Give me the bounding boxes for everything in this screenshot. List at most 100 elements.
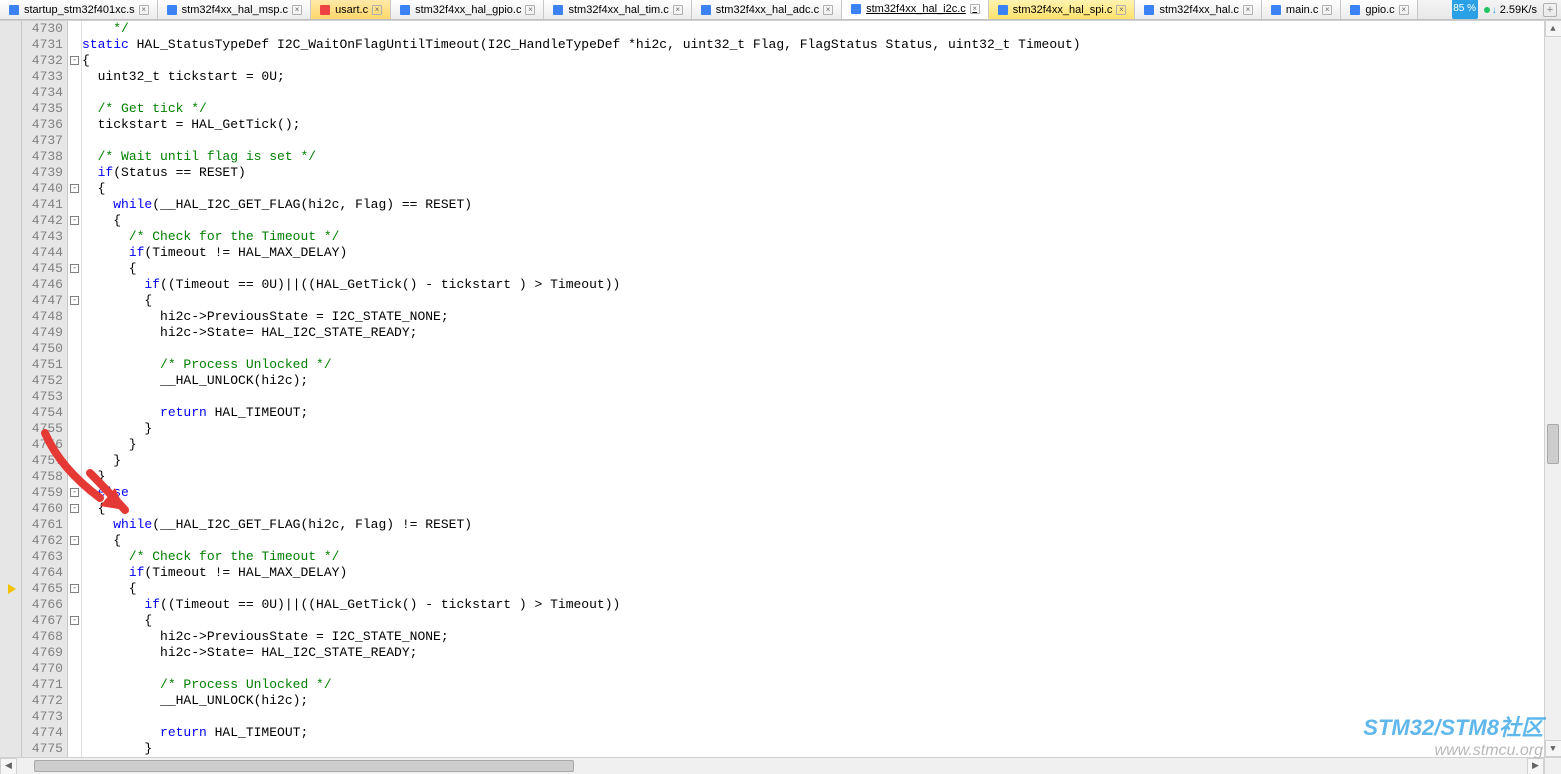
vertical-scrollbar[interactable]: ▲ ▼ — [1544, 20, 1561, 757]
bp-cell-4770[interactable] — [0, 661, 21, 677]
bp-cell-4760[interactable] — [0, 501, 21, 517]
code-line-4744[interactable]: if(Timeout != HAL_MAX_DELAY) — [82, 245, 1561, 261]
bp-cell-4732[interactable] — [0, 53, 21, 69]
add-tab-button[interactable]: + — [1543, 3, 1557, 17]
code-line-4764[interactable]: if(Timeout != HAL_MAX_DELAY) — [82, 565, 1561, 581]
code-line-4765[interactable]: { — [82, 581, 1561, 597]
tab-close-button[interactable]: × — [372, 5, 382, 15]
fold-cell-4732[interactable]: - — [70, 53, 79, 69]
tab-close-button[interactable]: × — [1399, 5, 1409, 15]
fold-toggle-icon[interactable]: - — [70, 184, 79, 193]
code-line-4749[interactable]: hi2c->State= HAL_I2C_STATE_READY; — [82, 325, 1561, 341]
code-line-4734[interactable] — [82, 85, 1561, 101]
code-line-4740[interactable]: { — [82, 181, 1561, 197]
code-line-4772[interactable]: __HAL_UNLOCK(hi2c); — [82, 693, 1561, 709]
bp-cell-4754[interactable] — [0, 405, 21, 421]
bp-cell-4735[interactable] — [0, 101, 21, 117]
hscroll-thumb[interactable] — [34, 760, 574, 772]
scroll-up-button[interactable]: ▲ — [1545, 20, 1561, 37]
bp-cell-4739[interactable] — [0, 165, 21, 181]
code-line-4742[interactable]: { — [82, 213, 1561, 229]
bp-cell-4730[interactable] — [0, 21, 21, 37]
bp-cell-4775[interactable] — [0, 741, 21, 757]
tab-gpio-c[interactable]: gpio.c× — [1341, 0, 1417, 19]
tab-close-button[interactable]: × — [823, 5, 833, 15]
code-line-4748[interactable]: hi2c->PreviousState = I2C_STATE_NONE; — [82, 309, 1561, 325]
code-line-4751[interactable]: /* Process Unlocked */ — [82, 357, 1561, 373]
code-line-4763[interactable]: /* Check for the Timeout */ — [82, 549, 1561, 565]
tab-stm32f4xx_hal_spi-c[interactable]: stm32f4xx_hal_spi.c× — [989, 0, 1136, 19]
bp-cell-4742[interactable] — [0, 213, 21, 229]
code-line-4771[interactable]: /* Process Unlocked */ — [82, 677, 1561, 693]
tab-stm32f4xx_hal_i2c-c[interactable]: stm32f4xx_hal_i2c.c× — [842, 0, 989, 19]
bp-cell-4756[interactable] — [0, 437, 21, 453]
bp-cell-4769[interactable] — [0, 645, 21, 661]
code-line-4775[interactable]: } — [82, 741, 1561, 757]
code-line-4754[interactable]: return HAL_TIMEOUT; — [82, 405, 1561, 421]
breakpoint-gutter[interactable] — [0, 21, 22, 774]
bp-cell-4762[interactable] — [0, 533, 21, 549]
code-line-4745[interactable]: { — [82, 261, 1561, 277]
code-line-4746[interactable]: if((Timeout == 0U)||((HAL_GetTick() - ti… — [82, 277, 1561, 293]
bp-cell-4761[interactable] — [0, 517, 21, 533]
code-line-4768[interactable]: hi2c->PreviousState = I2C_STATE_NONE; — [82, 629, 1561, 645]
fold-toggle-icon[interactable]: - — [70, 264, 79, 273]
tab-close-button[interactable]: × — [1243, 5, 1253, 15]
bp-cell-4750[interactable] — [0, 341, 21, 357]
code-line-4766[interactable]: if((Timeout == 0U)||((HAL_GetTick() - ti… — [82, 597, 1561, 613]
bp-cell-4758[interactable] — [0, 469, 21, 485]
code-line-4747[interactable]: { — [82, 293, 1561, 309]
code-line-4770[interactable] — [82, 661, 1561, 677]
tab-stm32f4xx_hal_msp-c[interactable]: stm32f4xx_hal_msp.c× — [158, 0, 311, 19]
code-line-4774[interactable]: return HAL_TIMEOUT; — [82, 725, 1561, 741]
tab-close-button[interactable]: × — [139, 5, 149, 15]
code-line-4755[interactable]: } — [82, 421, 1561, 437]
fold-toggle-icon[interactable]: - — [70, 56, 79, 65]
bp-cell-4755[interactable] — [0, 421, 21, 437]
bp-cell-4765[interactable] — [0, 581, 21, 597]
bp-cell-4767[interactable] — [0, 613, 21, 629]
bp-cell-4736[interactable] — [0, 117, 21, 133]
fold-toggle-icon[interactable]: - — [70, 216, 79, 225]
bp-cell-4740[interactable] — [0, 181, 21, 197]
bp-cell-4766[interactable] — [0, 597, 21, 613]
tab-main-c[interactable]: main.c× — [1262, 0, 1341, 19]
code-line-4762[interactable]: { — [82, 533, 1561, 549]
code-line-4730[interactable]: */ — [82, 21, 1561, 37]
fold-toggle-icon[interactable]: - — [70, 584, 79, 593]
fold-toggle-icon[interactable]: - — [70, 504, 79, 513]
bp-cell-4752[interactable] — [0, 373, 21, 389]
bp-cell-4741[interactable] — [0, 197, 21, 213]
hscroll-track[interactable] — [17, 758, 1527, 774]
code-line-4756[interactable]: } — [82, 437, 1561, 453]
fold-toggle-icon[interactable]: - — [70, 488, 79, 497]
bp-cell-4773[interactable] — [0, 709, 21, 725]
code-line-4769[interactable]: hi2c->State= HAL_I2C_STATE_READY; — [82, 645, 1561, 661]
code-area[interactable]: */static HAL_StatusTypeDef I2C_WaitOnFla… — [82, 21, 1561, 774]
bp-cell-4764[interactable] — [0, 565, 21, 581]
tab-close-button[interactable]: × — [673, 5, 683, 15]
code-line-4743[interactable]: /* Check for the Timeout */ — [82, 229, 1561, 245]
vscroll-track[interactable] — [1545, 37, 1561, 740]
code-line-4767[interactable]: { — [82, 613, 1561, 629]
code-line-4750[interactable] — [82, 341, 1561, 357]
bp-cell-4774[interactable] — [0, 725, 21, 741]
bp-cell-4751[interactable] — [0, 357, 21, 373]
bp-cell-4733[interactable] — [0, 69, 21, 85]
fold-cell-4765[interactable]: - — [70, 581, 79, 597]
scroll-left-button[interactable]: ◀ — [0, 758, 17, 774]
code-line-4737[interactable] — [82, 133, 1561, 149]
fold-cell-4762[interactable]: - — [70, 533, 79, 549]
tab-close-button[interactable]: × — [970, 4, 980, 14]
code-line-4757[interactable]: } — [82, 453, 1561, 469]
scroll-down-button[interactable]: ▼ — [1545, 740, 1561, 757]
code-line-4758[interactable]: } — [82, 469, 1561, 485]
fold-cell-4760[interactable]: - — [70, 501, 79, 517]
bp-cell-4748[interactable] — [0, 309, 21, 325]
bp-cell-4744[interactable] — [0, 245, 21, 261]
tab-stm32f4xx_hal_gpio-c[interactable]: stm32f4xx_hal_gpio.c× — [391, 0, 544, 19]
tab-stm32f4xx_hal_adc-c[interactable]: stm32f4xx_hal_adc.c× — [692, 0, 842, 19]
code-line-4739[interactable]: if(Status == RESET) — [82, 165, 1561, 181]
tab-usart-c[interactable]: usart.c× — [311, 0, 391, 19]
code-line-4736[interactable]: tickstart = HAL_GetTick(); — [82, 117, 1561, 133]
